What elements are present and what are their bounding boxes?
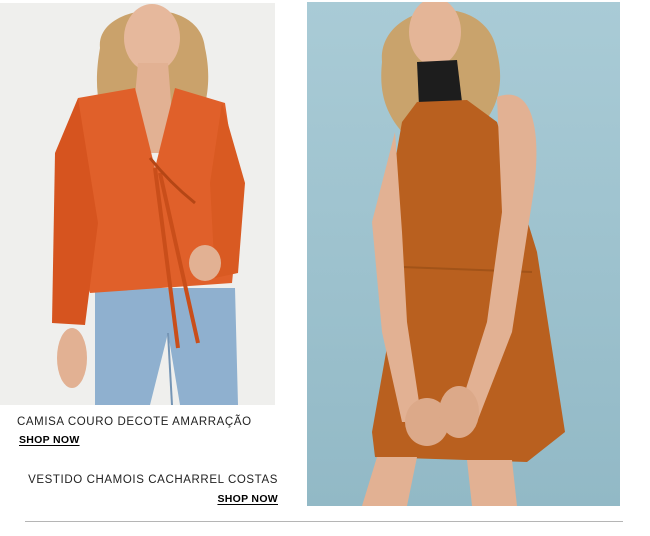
shop-now-link-leather-shirt[interactable]: SHOP NOW <box>19 434 80 446</box>
product-image-leather-shirt[interactable] <box>0 3 275 405</box>
model-orange-shirt-illustration <box>0 3 275 405</box>
model-cognac-dress-illustration <box>307 2 620 506</box>
section-divider <box>25 521 623 522</box>
product-name-leather-shirt[interactable]: CAMISA COURO DECOTE AMARRAÇÃO <box>17 416 252 428</box>
shop-now-link-suede-dress[interactable]: SHOP NOW <box>217 493 278 505</box>
product-image-suede-dress[interactable] <box>307 2 620 506</box>
product-name-suede-dress[interactable]: VESTIDO CHAMOIS CACHARREL COSTAS <box>28 474 278 486</box>
